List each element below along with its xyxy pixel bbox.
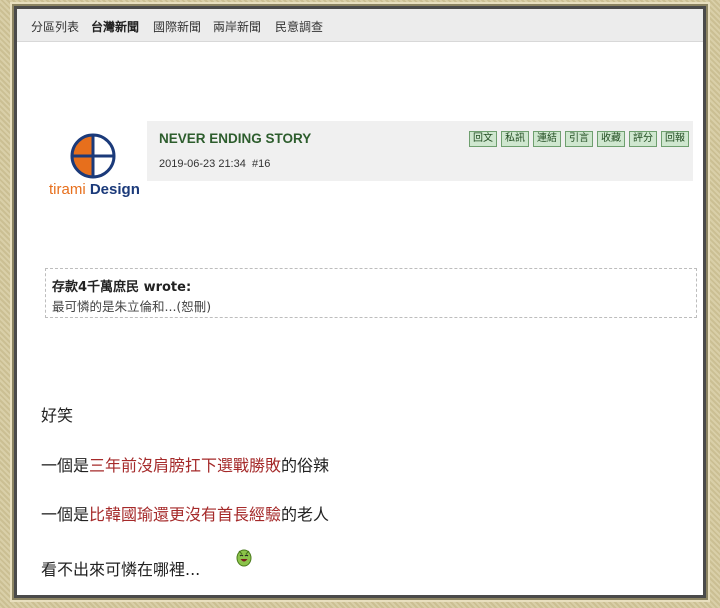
post-body-line-3: 一個是比韓國瑜還更沒有首長經驗的老人 <box>41 505 330 524</box>
quote-block: 存款4千萬庶民 wrote: 最可憐的是朱立倫和...(恕刪) <box>45 268 697 318</box>
tirami-logo-icon <box>70 133 116 179</box>
nav-item-taiwan-news[interactable]: 台灣新聞 <box>91 18 139 35</box>
logo-text: tirami Design <box>49 181 140 198</box>
nav-item-cross-strait-news[interactable]: 兩岸新聞 <box>213 18 261 35</box>
post-timestamp: 2019-06-23 21:34 <box>159 158 246 170</box>
link-button[interactable]: 連結 <box>533 131 561 147</box>
top-nav: 分區列表 台灣新聞 國際新聞 兩岸新聞 民意調查 <box>17 9 703 42</box>
nav-item-international-news[interactable]: 國際新聞 <box>153 18 201 35</box>
quote-text: 最可憐的是朱立倫和...(恕刪) <box>52 299 212 314</box>
laughing-emoji-icon <box>236 549 252 567</box>
private-message-button[interactable]: 私訊 <box>501 131 529 147</box>
post-header: NEVER ENDING STORY 2019-06-23 21:34 #16 … <box>147 121 693 181</box>
post-body-line-4: 看不出來可憐在哪裡... <box>41 560 201 579</box>
highlight-text: 三年前沒肩膀扛下選戰勝敗 <box>89 456 282 475</box>
user-avatar-logo[interactable]: tirami Design <box>45 129 145 209</box>
post-actions: 回文 私訊 連結 引言 收藏 評分 回報 <box>469 131 689 147</box>
quote-button[interactable]: 引言 <box>565 131 593 147</box>
post-number[interactable]: #16 <box>252 158 270 170</box>
page-frame: 分區列表 台灣新聞 國際新聞 兩岸新聞 民意調查 tirami Design N… <box>14 6 706 598</box>
post-meta: 2019-06-23 21:34 #16 <box>159 158 270 170</box>
post-author-name[interactable]: NEVER ENDING STORY <box>159 131 311 146</box>
highlight-text: 比韓國瑜還更沒有首長經驗 <box>89 505 282 524</box>
post-body-line-2: 一個是三年前沒肩膀扛下選戰勝敗的俗辣 <box>41 456 330 475</box>
nav-item-opinion-poll[interactable]: 民意調查 <box>275 18 323 35</box>
reply-button[interactable]: 回文 <box>469 131 497 147</box>
rate-button[interactable]: 評分 <box>629 131 657 147</box>
nav-item-forum-list[interactable]: 分區列表 <box>31 18 79 35</box>
favorite-button[interactable]: 收藏 <box>597 131 625 147</box>
quote-author: 存款4千萬庶民 wrote: <box>52 280 192 295</box>
report-button[interactable]: 回報 <box>661 131 689 147</box>
post-body-line-1: 好笑 <box>41 406 74 425</box>
